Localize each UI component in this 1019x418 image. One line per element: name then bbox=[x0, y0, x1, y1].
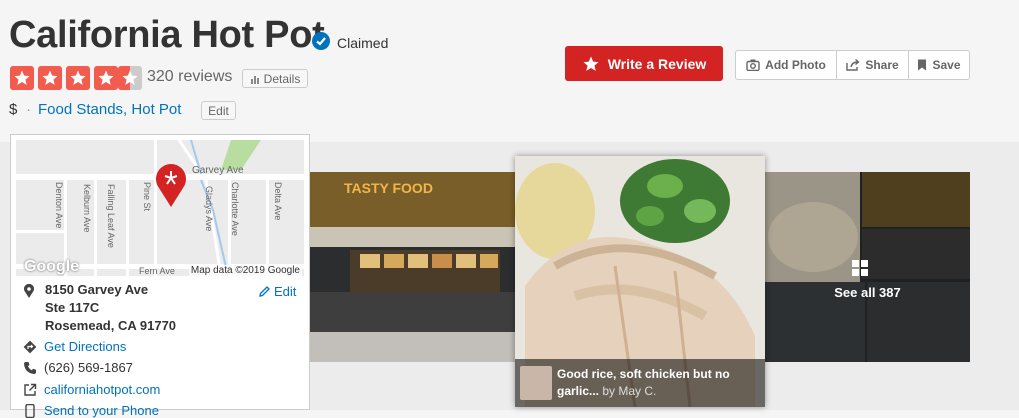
send-to-phone-row[interactable]: Send to your Phone bbox=[23, 403, 159, 418]
photo-sign-text: TASTY FOOD bbox=[344, 180, 433, 196]
category-links[interactable]: Food Stands, Hot Pot bbox=[38, 101, 181, 118]
review-count[interactable]: 320 reviews bbox=[147, 68, 232, 86]
star-icon bbox=[10, 66, 34, 90]
edit-categories-button[interactable]: Edit bbox=[201, 101, 236, 120]
phone-number: (626) 569-1867 bbox=[44, 360, 133, 375]
photo-gallery-tile[interactable]: See all 387 bbox=[765, 172, 970, 362]
share-button[interactable]: Share bbox=[836, 51, 908, 79]
street-label: Pine St bbox=[142, 182, 152, 212]
details-button[interactable]: Details bbox=[242, 69, 308, 88]
address-line: Ste 117C bbox=[45, 300, 100, 315]
bookmark-icon bbox=[918, 59, 927, 71]
edit-label: Edit bbox=[274, 284, 297, 299]
photo-caption-bar: Good rice, soft chicken but no garlic...… bbox=[515, 359, 765, 407]
photo-featured[interactable]: Good rice, soft chicken but no garlic...… bbox=[515, 156, 765, 407]
external-link-icon bbox=[24, 383, 37, 396]
google-logo: Google bbox=[24, 258, 80, 275]
address-block: 8150 Garvey Ave Ste 117C Rosemead, CA 91… bbox=[45, 281, 176, 335]
write-review-label: Write a Review bbox=[607, 55, 707, 72]
address-line: 8150 Garvey Ave bbox=[45, 282, 149, 297]
phone-icon bbox=[24, 361, 36, 374]
price-range: $ bbox=[9, 101, 18, 118]
map[interactable]: Garvey Ave Fern Ave Denton Ave Kelburn A… bbox=[16, 140, 304, 276]
business-name: California Hot Pot bbox=[9, 14, 325, 56]
street-label: Charlotte Ave bbox=[230, 182, 240, 236]
details-label: Details bbox=[263, 71, 301, 86]
mobile-phone-icon bbox=[25, 403, 35, 418]
share-icon bbox=[846, 59, 860, 71]
grid-icon bbox=[852, 260, 868, 276]
street-label: Falling Leaf Ave bbox=[106, 184, 116, 248]
star-icon bbox=[66, 66, 90, 90]
save-label: Save bbox=[932, 58, 961, 72]
address-line: Rosemead, CA 91770 bbox=[45, 318, 177, 333]
directions-icon bbox=[23, 340, 37, 353]
website-link[interactable]: californiahotpot.com bbox=[44, 382, 160, 397]
send-to-phone-link[interactable]: Send to your Phone bbox=[44, 403, 159, 418]
map-pin-icon[interactable] bbox=[154, 162, 188, 208]
add-photo-label: Add Photo bbox=[765, 58, 826, 72]
share-label: Share bbox=[865, 58, 899, 72]
star-icon bbox=[94, 66, 118, 90]
get-directions-link[interactable]: Get Directions bbox=[44, 339, 126, 354]
edit-address-button[interactable]: Edit bbox=[259, 284, 296, 299]
bar-chart-icon bbox=[250, 75, 259, 84]
street-label: Gladys Ave bbox=[204, 186, 214, 232]
separator-dot: · bbox=[26, 101, 31, 118]
half-star-icon bbox=[118, 66, 142, 90]
photo-storefront[interactable]: TASTY FOOD bbox=[310, 172, 515, 362]
location-icon bbox=[24, 284, 34, 298]
street-label: Garvey Ave bbox=[192, 165, 244, 176]
add-photo-button[interactable]: Add Photo bbox=[736, 51, 836, 79]
street-label: Kelburn Ave bbox=[82, 184, 92, 233]
street-label: Fern Ave bbox=[139, 266, 175, 276]
website-row[interactable]: californiahotpot.com bbox=[23, 382, 160, 397]
caption-author: by May C. bbox=[602, 384, 657, 398]
pencil-icon bbox=[259, 286, 270, 297]
photo-caption[interactable]: Good rice, soft chicken but no garlic...… bbox=[557, 366, 757, 400]
write-review-button[interactable]: Write a Review bbox=[565, 46, 723, 81]
verified-check-icon bbox=[312, 32, 330, 50]
action-button-group: Add Photo Share Save bbox=[735, 50, 970, 80]
star-icon bbox=[583, 56, 599, 71]
avatar[interactable] bbox=[520, 366, 552, 400]
get-directions-row[interactable]: Get Directions bbox=[23, 339, 126, 354]
map-attribution: Map data ©2019 Google bbox=[188, 265, 302, 276]
see-all-photos-link[interactable]: See all 387 bbox=[765, 285, 970, 300]
claimed-label: Claimed bbox=[337, 35, 389, 51]
street-label: Denton Ave bbox=[54, 182, 64, 229]
street-label: Delta Ave bbox=[273, 182, 283, 221]
map-card: Garvey Ave Fern Ave Denton Ave Kelburn A… bbox=[10, 134, 310, 418]
star-icon bbox=[38, 66, 62, 90]
camera-icon bbox=[746, 59, 760, 71]
save-button[interactable]: Save bbox=[908, 51, 969, 79]
phone-row: (626) 569-1867 bbox=[23, 360, 133, 375]
